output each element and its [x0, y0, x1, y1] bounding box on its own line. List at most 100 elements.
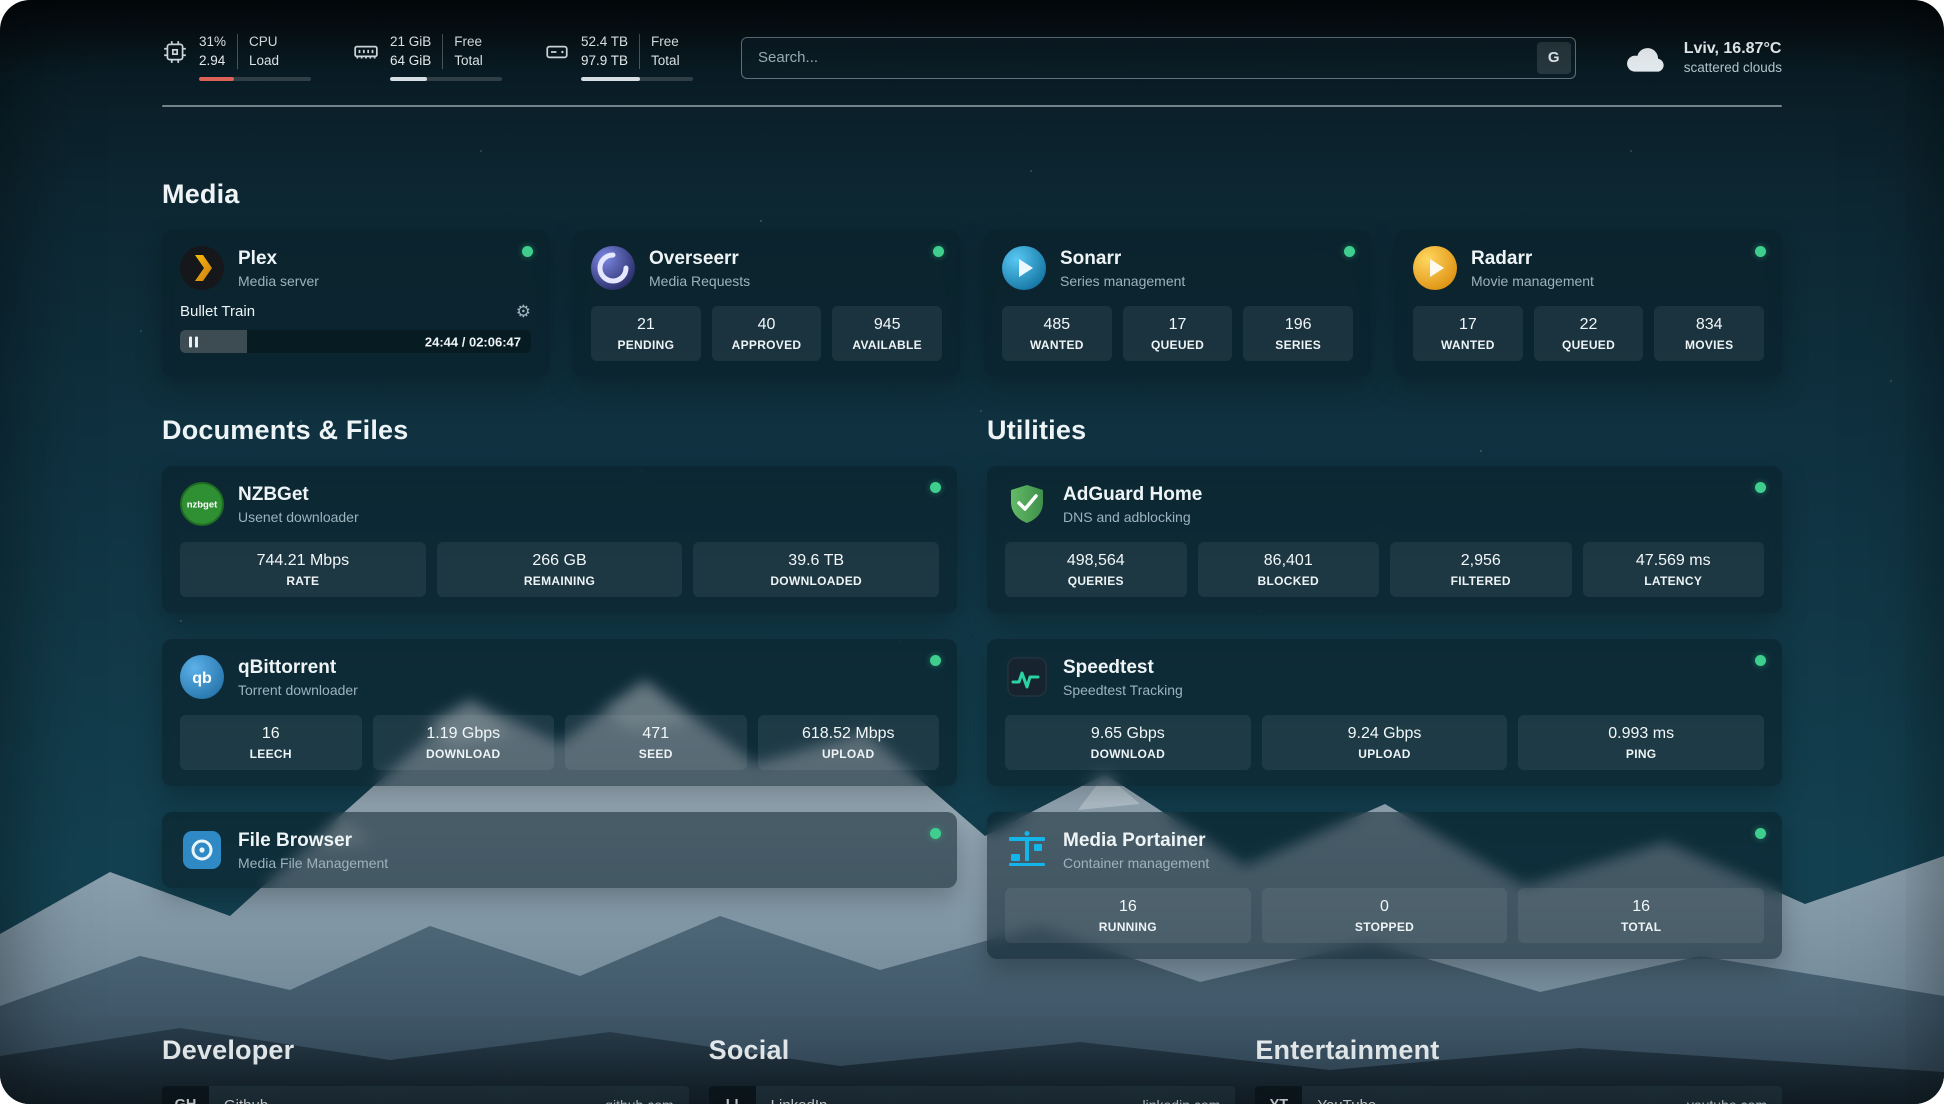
media-card-grid: Plex Media server Bullet Train ⚙ 24:44 /… — [162, 230, 1782, 377]
ram-metric: 21 GiB 64 GiB Free Total — [353, 34, 502, 81]
cpu-icon — [162, 39, 188, 65]
search-engine-button[interactable]: G — [1537, 42, 1571, 74]
section-title-media: Media — [162, 179, 1782, 210]
section-title-documents: Documents & Files — [162, 415, 957, 446]
bookmark-linkedin[interactable]: LI LinkedIn linkedin.com — [709, 1086, 1236, 1104]
sonarr-icon — [1002, 246, 1046, 290]
bookmark-youtube[interactable]: YT YouTube youtube.com — [1255, 1086, 1782, 1104]
disk-label: Free — [651, 34, 680, 50]
section-title-entertainment: Entertainment — [1255, 1035, 1782, 1066]
pause-icon[interactable] — [189, 336, 198, 347]
weather-widget[interactable]: Lviv, 16.87°C scattered clouds — [1624, 40, 1782, 75]
stat-box: 16TOTAL — [1518, 888, 1764, 943]
bookmark-url: github.com — [605, 1097, 673, 1104]
cpu-label2: Load — [249, 53, 279, 69]
app-card-plex[interactable]: Plex Media server Bullet Train ⚙ 24:44 /… — [162, 230, 549, 377]
app-card-overseerr[interactable]: Overseerr Media Requests 21PENDING 40APP… — [573, 230, 960, 377]
stat-box: 21PENDING — [591, 306, 701, 361]
bookmark-github[interactable]: GH Github github.com — [162, 1086, 689, 1104]
stat-box: 47.569 msLATENCY — [1583, 542, 1765, 597]
bookmark-name: LinkedIn — [771, 1097, 828, 1104]
ram-icon — [353, 39, 379, 65]
bookmark-abbr: LI — [709, 1086, 756, 1104]
app-description: Torrent downloader — [238, 682, 358, 698]
bookmark-url: youtube.com — [1687, 1097, 1767, 1104]
status-indicator — [522, 246, 533, 257]
stat-box: 834MOVIES — [1654, 306, 1764, 361]
app-card-filebrowser[interactable]: File Browser Media File Management — [162, 812, 957, 888]
ram-progressbar — [390, 77, 502, 81]
svg-text:nzbget: nzbget — [187, 500, 218, 511]
app-card-speedtest[interactable]: Speedtest Speedtest Tracking 9.65 GbpsDO… — [987, 639, 1782, 786]
weather-location: Lviv, 16.87°C — [1684, 40, 1782, 58]
stat-box: 0.993 msPING — [1518, 715, 1764, 770]
status-indicator — [1755, 828, 1766, 839]
cloud-icon — [1624, 41, 1670, 75]
bookmark-url: linkedin.com — [1143, 1097, 1221, 1104]
app-card-radarr[interactable]: Radarr Movie management 17WANTED 22QUEUE… — [1395, 230, 1782, 377]
app-card-nzbget[interactable]: nzbget NZBGet Usenet downloader 744.21 M… — [162, 466, 957, 613]
dashboard-root: 31% 2.94 CPU Load — [0, 0, 1944, 1104]
stat-box: 1.19 GbpsDOWNLOAD — [373, 715, 555, 770]
app-card-adguard[interactable]: AdGuard Home DNS and adblocking 498,564Q… — [987, 466, 1782, 613]
app-name: AdGuard Home — [1063, 484, 1202, 506]
header-divider — [162, 105, 1782, 107]
app-description: Speedtest Tracking — [1063, 682, 1183, 698]
app-description: Usenet downloader — [238, 509, 359, 525]
ram-label: Free — [454, 34, 483, 50]
adguard-icon — [1005, 482, 1049, 526]
cpu-progressbar — [199, 77, 311, 81]
app-card-sonarr[interactable]: Sonarr Series management 485WANTED 17QUE… — [984, 230, 1371, 377]
app-name: Speedtest — [1063, 657, 1183, 679]
search-input[interactable] — [741, 37, 1576, 79]
plex-icon — [180, 246, 224, 290]
playback-progressbar[interactable]: 24:44 / 02:06:47 — [180, 330, 531, 353]
cpu-label: CPU — [249, 34, 279, 50]
bookmark-name: YouTube — [1317, 1097, 1376, 1104]
settings-gear-icon[interactable]: ⚙ — [516, 303, 531, 320]
status-indicator — [1755, 482, 1766, 493]
documents-column: Documents & Files nzbget NZBGet Usenet d… — [162, 415, 957, 888]
status-indicator — [1755, 246, 1766, 257]
stat-box: 196SERIES — [1243, 306, 1353, 361]
app-card-portainer[interactable]: Media Portainer Container management 16R… — [987, 812, 1782, 959]
disk-progressbar — [581, 77, 693, 81]
stat-box: 17WANTED — [1413, 306, 1523, 361]
cpu-metric: 31% 2.94 CPU Load — [162, 34, 311, 81]
stat-box: 744.21 MbpsRATE — [180, 542, 426, 597]
now-playing-title: Bullet Train — [180, 303, 255, 320]
app-description: Media Requests — [649, 273, 750, 289]
nzbget-icon: nzbget — [180, 482, 224, 526]
app-name: File Browser — [238, 830, 388, 852]
app-name: Sonarr — [1060, 248, 1185, 270]
radarr-icon — [1413, 246, 1457, 290]
weather-condition: scattered clouds — [1684, 60, 1782, 75]
app-description: DNS and adblocking — [1063, 509, 1202, 525]
stat-box: 86,401BLOCKED — [1198, 542, 1380, 597]
app-name: Radarr — [1471, 248, 1594, 270]
section-title-utilities: Utilities — [987, 415, 1782, 446]
svg-text:qb: qb — [192, 670, 212, 687]
app-name: Media Portainer — [1063, 830, 1209, 852]
app-card-qbittorrent[interactable]: qb qBittorrent Torrent downloader 16LEEC… — [162, 639, 957, 786]
status-indicator — [1755, 655, 1766, 666]
bookmark-name: Github — [224, 1097, 268, 1104]
disk-icon — [544, 39, 570, 65]
disk-metric: 52.4 TB 97.9 TB Free Total — [544, 34, 693, 81]
section-title-social: Social — [709, 1035, 1236, 1066]
bookmark-abbr: YT — [1255, 1086, 1302, 1104]
ram-free: 21 GiB — [390, 34, 431, 50]
overseerr-icon — [591, 246, 635, 290]
app-name: Overseerr — [649, 248, 750, 270]
ram-label2: Total — [454, 53, 483, 69]
app-name: qBittorrent — [238, 657, 358, 679]
stat-box: 471SEED — [565, 715, 747, 770]
bookmarks-social: Social LI LinkedIn linkedin.com TW Twitt… — [709, 1035, 1236, 1104]
playback-time: 24:44 / 02:06:47 — [425, 334, 521, 349]
stat-box: 9.65 GbpsDOWNLOAD — [1005, 715, 1251, 770]
bookmark-abbr: GH — [162, 1086, 209, 1104]
stat-box: 266 GBREMAINING — [437, 542, 683, 597]
stat-box: 485WANTED — [1002, 306, 1112, 361]
app-description: Media File Management — [238, 855, 388, 871]
app-name: NZBGet — [238, 484, 359, 506]
